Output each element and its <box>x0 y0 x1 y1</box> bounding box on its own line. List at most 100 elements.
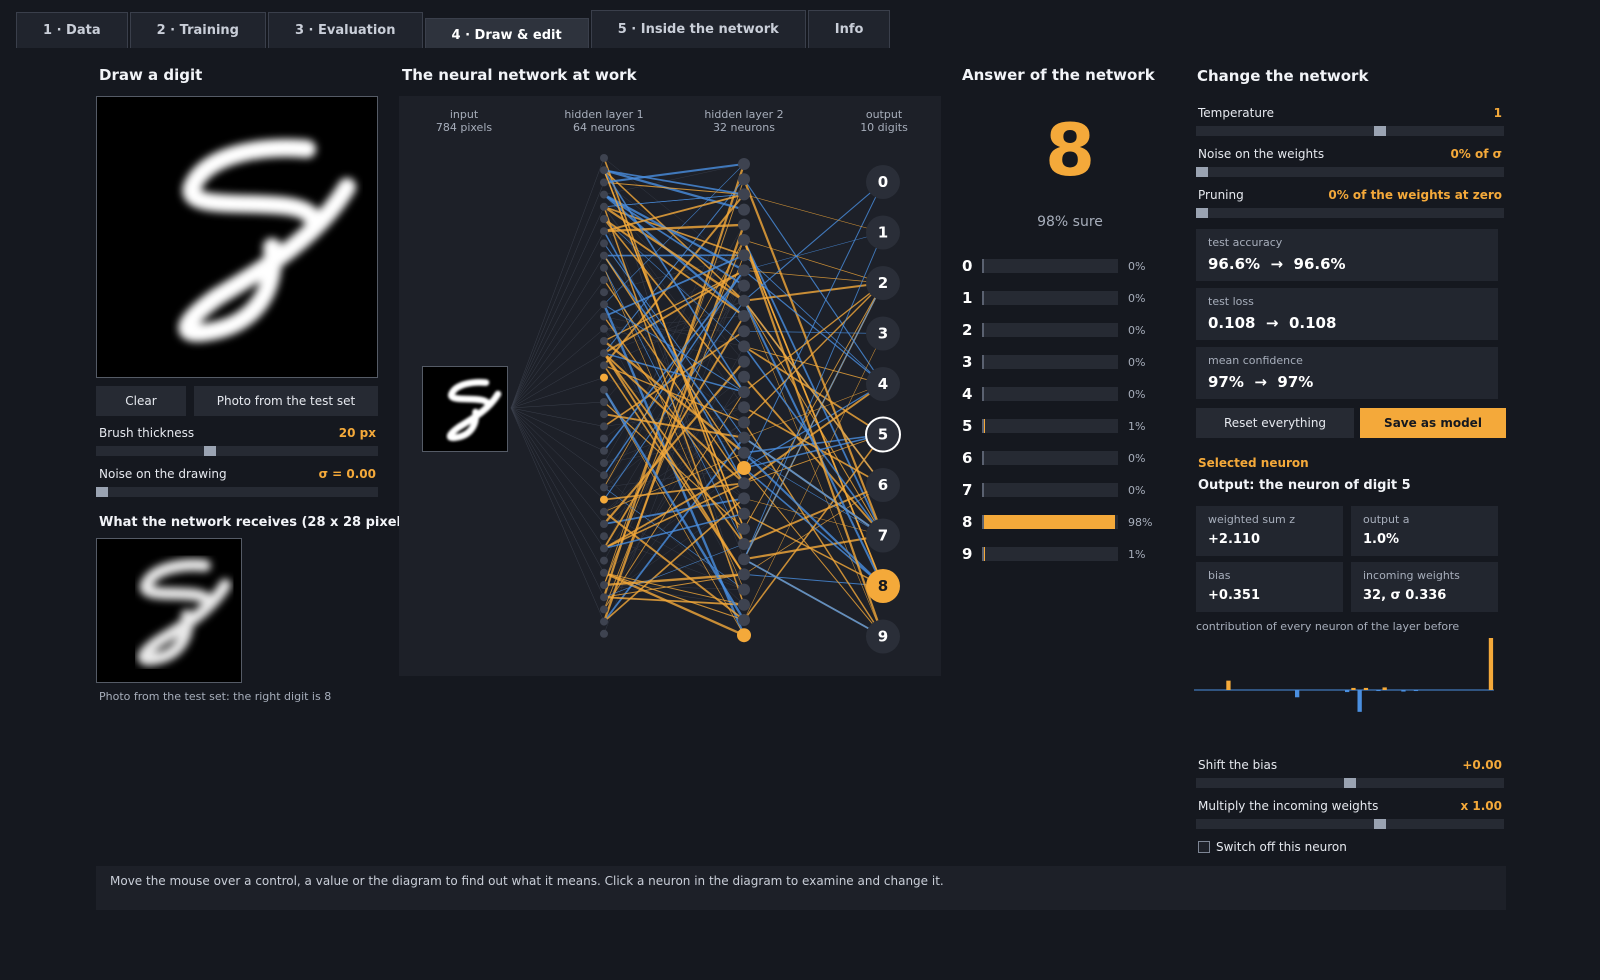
hidden2-neuron[interactable] <box>738 568 750 581</box>
noise-weights-slider[interactable] <box>1196 167 1504 177</box>
hidden1-neuron[interactable] <box>600 593 608 602</box>
hidden2-neuron[interactable] <box>738 507 750 520</box>
hidden1-neuron[interactable] <box>600 178 608 187</box>
hidden2-neuron[interactable] <box>738 401 750 414</box>
hidden1-neuron[interactable] <box>600 361 608 370</box>
hidden1-neuron[interactable] <box>600 471 608 480</box>
hidden2-neuron[interactable] <box>738 203 750 216</box>
hidden2-neuron[interactable] <box>738 173 750 186</box>
hidden2-neuron[interactable] <box>738 310 750 322</box>
hidden1-neuron[interactable] <box>600 349 608 358</box>
hidden2-neuron[interactable] <box>738 614 750 626</box>
hidden2-neuron[interactable] <box>738 492 750 505</box>
hidden1-neuron[interactable] <box>600 300 608 309</box>
hidden2-neuron[interactable] <box>738 446 750 459</box>
prob-bar <box>982 323 1118 337</box>
save-as-model-button[interactable]: Save as model <box>1360 408 1506 438</box>
pruning-thumb[interactable] <box>1196 208 1208 218</box>
hidden2-neuron[interactable] <box>738 294 750 307</box>
hidden2-neuron[interactable] <box>738 553 750 566</box>
hidden1-neuron[interactable] <box>600 324 608 333</box>
hidden1-neuron[interactable] <box>600 227 608 236</box>
hidden2-neuron[interactable] <box>738 538 750 550</box>
reset-everything-button[interactable]: Reset everything <box>1196 408 1354 438</box>
network-diagram[interactable]: input 784 pixels hidden layer 1 64 neurons… <box>399 96 941 676</box>
hidden1-neuron[interactable] <box>600 605 608 614</box>
hidden2-neuron[interactable] <box>738 325 750 338</box>
tab-evaluation[interactable]: 3 · Evaluation <box>267 12 423 48</box>
hidden1-neuron[interactable] <box>600 166 608 175</box>
multiply-weights-thumb[interactable] <box>1374 819 1386 829</box>
clear-button[interactable]: Clear <box>96 386 186 416</box>
hidden1-neuron[interactable] <box>600 507 608 516</box>
brush-thickness-thumb[interactable] <box>204 446 216 456</box>
tab-inside-network[interactable]: 5 · Inside the network <box>590 10 806 48</box>
hidden2-neuron-active[interactable] <box>737 461 751 475</box>
pruning-slider[interactable] <box>1196 208 1504 218</box>
hidden1-neuron[interactable] <box>600 483 608 492</box>
tab-data[interactable]: 1 · Data <box>16 12 128 48</box>
hidden1-neuron-active[interactable] <box>600 495 608 504</box>
hidden1-neuron-active[interactable] <box>600 373 608 382</box>
hidden2-neuron[interactable] <box>738 355 750 368</box>
hidden1-neuron[interactable] <box>600 520 608 528</box>
hidden1-neuron[interactable] <box>600 190 608 199</box>
hidden2-neuron[interactable] <box>738 386 750 398</box>
hidden1-neuron[interactable] <box>600 629 608 638</box>
hidden2-neuron[interactable] <box>738 264 750 277</box>
hidden1-neuron[interactable] <box>600 154 608 162</box>
hidden2-neuron[interactable] <box>738 416 750 429</box>
switch-off-checkbox[interactable] <box>1198 841 1210 853</box>
hidden1-neuron[interactable] <box>600 202 608 211</box>
noise-weights-thumb[interactable] <box>1196 167 1208 177</box>
temperature-slider[interactable] <box>1196 126 1504 136</box>
hidden2-neuron[interactable] <box>738 598 750 611</box>
tab-info[interactable]: Info <box>807 10 891 48</box>
brush-thickness-slider[interactable] <box>96 446 378 456</box>
hidden2-neuron[interactable] <box>738 188 750 201</box>
hidden2-neuron[interactable] <box>738 340 750 353</box>
temperature-thumb[interactable] <box>1374 126 1386 136</box>
hidden1-neuron[interactable] <box>600 581 608 589</box>
tab-draw-edit[interactable]: 4 · Draw & edit <box>424 18 589 48</box>
hidden2-neuron[interactable] <box>738 234 750 246</box>
noise-drawing-slider[interactable] <box>96 487 378 497</box>
multiply-weights-slider[interactable] <box>1196 819 1504 829</box>
hidden1-neuron[interactable] <box>600 398 608 406</box>
photo-from-test-set-button[interactable]: Photo from the test set <box>194 386 378 416</box>
hidden1-neuron[interactable] <box>600 251 608 260</box>
hidden2-neuron[interactable] <box>738 431 750 444</box>
hidden2-neuron[interactable] <box>738 583 750 596</box>
hidden1-neuron[interactable] <box>600 288 608 297</box>
hidden2-neuron[interactable] <box>738 218 750 231</box>
shift-bias-thumb[interactable] <box>1344 778 1356 788</box>
tab-training[interactable]: 2 · Training <box>129 12 266 48</box>
hidden1-neuron[interactable] <box>600 385 608 394</box>
hidden2-neuron[interactable] <box>738 477 750 490</box>
hidden2-neuron[interactable] <box>738 370 750 383</box>
hidden1-neuron[interactable] <box>600 276 608 284</box>
hidden1-neuron[interactable] <box>600 215 608 223</box>
noise-drawing-thumb[interactable] <box>96 487 108 497</box>
hidden1-neuron[interactable] <box>600 532 608 541</box>
hidden1-neuron[interactable] <box>600 239 608 248</box>
hidden1-neuron[interactable] <box>600 410 608 419</box>
hidden1-neuron[interactable] <box>600 459 608 467</box>
hidden1-neuron[interactable] <box>600 434 608 443</box>
hidden2-neuron[interactable] <box>738 279 750 292</box>
drawing-canvas[interactable] <box>96 96 378 378</box>
hidden1-neuron[interactable] <box>600 556 608 565</box>
hidden2-neuron[interactable] <box>738 158 750 170</box>
hidden1-neuron[interactable] <box>600 337 608 345</box>
hidden1-neuron[interactable] <box>600 544 608 553</box>
hidden1-neuron[interactable] <box>600 312 608 321</box>
shift-bias-slider[interactable] <box>1196 778 1504 788</box>
hidden2-neuron-active[interactable] <box>737 628 751 643</box>
hidden1-neuron[interactable] <box>600 422 608 431</box>
hidden2-neuron[interactable] <box>738 522 750 535</box>
hidden1-neuron[interactable] <box>600 617 608 626</box>
hidden1-neuron[interactable] <box>600 263 608 272</box>
hidden2-neuron[interactable] <box>738 249 750 262</box>
hidden1-neuron[interactable] <box>600 568 608 577</box>
hidden1-neuron[interactable] <box>600 446 608 455</box>
